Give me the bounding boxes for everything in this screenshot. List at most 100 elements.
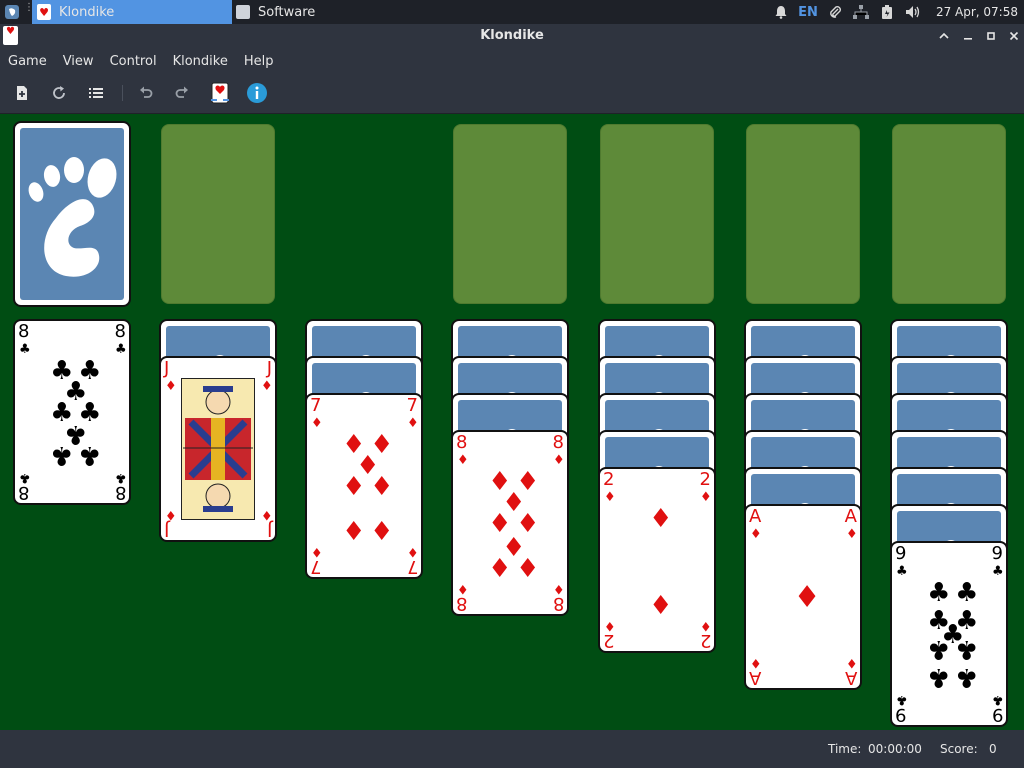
system-tray: EN 27 Apr, 07:58 bbox=[768, 0, 1024, 24]
diamonds-suit-icon: ♦ bbox=[457, 581, 469, 596]
stock-pile[interactable] bbox=[13, 121, 131, 307]
redo-icon[interactable] bbox=[170, 81, 194, 105]
clubs-suit-icon: ♣ bbox=[115, 470, 127, 485]
foundation-slot-2[interactable] bbox=[600, 124, 714, 304]
diamonds-suit-icon: ♦ bbox=[261, 379, 273, 394]
paperclip-icon[interactable] bbox=[827, 4, 843, 20]
foundation-slot-1[interactable] bbox=[453, 124, 567, 304]
diamonds-suit-icon: ♦ bbox=[165, 507, 177, 522]
window-titlebar[interactable]: ♥ Klondike bbox=[0, 24, 1024, 49]
foundation-slot-4[interactable] bbox=[892, 124, 1006, 304]
clubs-suit-icon: ♣ bbox=[992, 692, 1004, 707]
card-rank: 7 bbox=[406, 395, 418, 416]
language-indicator[interactable]: EN bbox=[798, 5, 818, 20]
window-title: Klondike bbox=[480, 28, 544, 43]
clubs-pip-icon: ♣ bbox=[927, 634, 951, 664]
software-bag-icon bbox=[236, 5, 250, 19]
waste-slot[interactable] bbox=[161, 124, 275, 304]
diamonds-suit-icon: ♦ bbox=[261, 507, 273, 522]
card-rank: J bbox=[266, 519, 272, 540]
deal-card-icon[interactable] bbox=[208, 81, 232, 105]
playing-card-9-of-clubs[interactable]: 9 9 9 9 ♣ ♣ ♣ ♣ ♣ ♣ ♣ ♣ ♣ ♣ ♣ ♣ ♣ bbox=[890, 541, 1008, 727]
gnome-foot-icon bbox=[28, 157, 117, 277]
clubs-pip-icon: ♣ bbox=[955, 634, 979, 664]
card-rank: A bbox=[844, 667, 857, 688]
card-rank: 2 bbox=[699, 630, 711, 651]
playing-card-8-of-clubs[interactable]: 8 8 8 8 ♣ ♣ ♣ ♣ ♣ ♣ ♣ ♣ ♣ ♣ ♣ ♣ bbox=[13, 319, 131, 505]
playing-card-8-of-diamonds[interactable]: 8 8 8 8 ♦ ♦ ♦ ♦ ♦ ♦ ♦ ♦ ♦ ♦ ♦ ♦ bbox=[451, 430, 569, 616]
solitaire-app-icon: ♥ bbox=[37, 4, 51, 20]
diamonds-suit-icon: ♦ bbox=[553, 581, 565, 596]
network-icon[interactable] bbox=[852, 4, 869, 20]
diamonds-pip-icon: ♦ bbox=[370, 472, 394, 502]
card-rank: A bbox=[749, 667, 762, 688]
card-rank: 2 bbox=[603, 469, 615, 490]
playing-card-J-of-diamonds[interactable]: J J J J ♦ ♦ ♦ ♦ bbox=[159, 356, 277, 542]
clubs-pip-icon: ♣ bbox=[927, 578, 951, 608]
chevron-up-icon[interactable] bbox=[935, 27, 953, 45]
diamonds-suit-icon: ♦ bbox=[604, 618, 616, 633]
new-game-icon[interactable] bbox=[10, 81, 34, 105]
menu-view[interactable]: View bbox=[55, 54, 102, 69]
card-rank: 9 bbox=[991, 704, 1003, 725]
clubs-suit-icon: ♣ bbox=[896, 564, 908, 579]
diamonds-suit-icon: ♦ bbox=[604, 490, 616, 505]
diamonds-suit-icon: ♦ bbox=[846, 527, 858, 542]
select-game-list-icon[interactable] bbox=[84, 81, 108, 105]
bell-icon[interactable] bbox=[773, 4, 789, 20]
clubs-suit-icon: ♣ bbox=[19, 470, 31, 485]
undo-icon[interactable] bbox=[134, 81, 158, 105]
minimize-icon[interactable] bbox=[959, 27, 977, 45]
diamonds-suit-icon: ♦ bbox=[750, 527, 762, 542]
diamonds-suit-icon: ♦ bbox=[311, 416, 323, 431]
menu-game[interactable]: Game bbox=[0, 54, 55, 69]
maximize-icon[interactable] bbox=[982, 27, 1000, 45]
clubs-suit-icon: ♣ bbox=[19, 342, 31, 357]
card-rank: A bbox=[749, 506, 762, 527]
diamonds-suit-icon: ♦ bbox=[700, 490, 712, 505]
diamonds-suit-icon: ♦ bbox=[457, 453, 469, 468]
battery-icon[interactable] bbox=[879, 4, 895, 20]
restart-icon[interactable] bbox=[47, 81, 71, 105]
clubs-suit-icon: ♣ bbox=[896, 692, 908, 707]
menu-control[interactable]: Control bbox=[102, 54, 165, 69]
close-icon[interactable] bbox=[1005, 27, 1023, 45]
card-rank: 7 bbox=[310, 556, 322, 577]
diamonds-suit-icon: ♦ bbox=[750, 655, 762, 670]
toolbar bbox=[0, 73, 1024, 114]
game-board[interactable]: 8 8 8 8 ♣ ♣ ♣ ♣ ♣ ♣ ♣ ♣ ♣ ♣ ♣ ♣ J J J J ♦ ♦ ♦ ♦ 7 7 7 7 ♦ ♦ ♦ ♦ ♦ ♦ ♦ ♦ ♦ ♦ ♦ 8… bbox=[0, 114, 1024, 730]
diamonds-suit-icon: ♦ bbox=[846, 655, 858, 670]
playing-card-A-of-diamonds[interactable]: A A A A ♦ ♦ ♦ ♦ ♦ bbox=[744, 504, 862, 690]
foundation-slot-3[interactable] bbox=[746, 124, 860, 304]
diamonds-pip-icon: ♦ bbox=[342, 472, 366, 502]
diamonds-pip-icon: ♦ bbox=[649, 588, 673, 618]
app-menu-icon[interactable] bbox=[4, 4, 20, 20]
clubs-suit-icon: ♣ bbox=[992, 564, 1004, 579]
card-rank: 9 bbox=[895, 704, 907, 725]
time-label: Time: bbox=[828, 742, 862, 756]
card-rank: 2 bbox=[699, 469, 711, 490]
info-icon[interactable] bbox=[245, 81, 269, 105]
volume-icon[interactable] bbox=[905, 4, 921, 20]
card-rank: 9 bbox=[895, 543, 907, 564]
diamonds-pip-icon: ♦ bbox=[793, 580, 821, 615]
menu-help[interactable]: Help bbox=[236, 54, 282, 69]
card-rank: 8 bbox=[552, 593, 564, 614]
clubs-pip-icon: ♣ bbox=[955, 578, 979, 608]
card-rank: 8 bbox=[552, 432, 564, 453]
task-label: Software bbox=[258, 4, 316, 20]
clubs-pip-icon: ♣ bbox=[955, 662, 979, 692]
clock[interactable]: 27 Apr, 07:58 bbox=[936, 5, 1018, 19]
task-klondike[interactable]: ♥ Klondike bbox=[32, 0, 232, 24]
diamonds-suit-icon: ♦ bbox=[700, 618, 712, 633]
card-rank: J bbox=[266, 358, 272, 379]
card-rank: J bbox=[164, 358, 170, 379]
task-software[interactable]: Software bbox=[232, 0, 432, 24]
card-rank: 8 bbox=[456, 593, 468, 614]
playing-card-2-of-diamonds[interactable]: 2 2 2 2 ♦ ♦ ♦ ♦ ♦ ♦ bbox=[598, 467, 716, 653]
top-panel: ⋮ ♥ Klondike Software EN 27 Apr, 07:58 bbox=[0, 0, 1024, 24]
menu-klondike[interactable]: Klondike bbox=[165, 54, 236, 69]
card-rank: 2 bbox=[603, 630, 615, 651]
diamonds-suit-icon: ♦ bbox=[165, 379, 177, 394]
playing-card-7-of-diamonds[interactable]: 7 7 7 7 ♦ ♦ ♦ ♦ ♦ ♦ ♦ ♦ ♦ ♦ ♦ bbox=[305, 393, 423, 579]
